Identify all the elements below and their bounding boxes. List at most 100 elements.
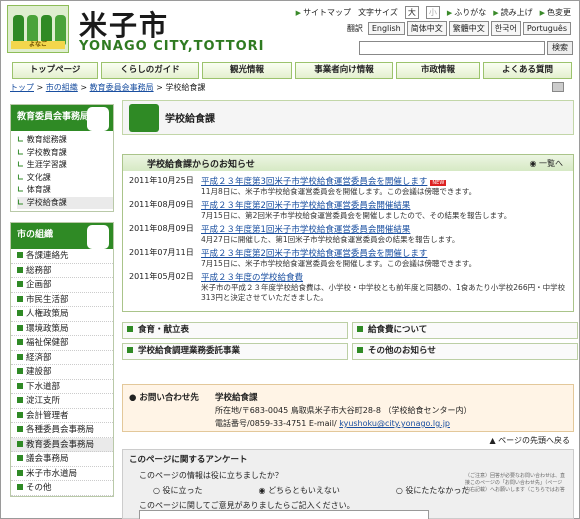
- print-icon[interactable]: [552, 82, 564, 92]
- contact-tel: 電話番号/0859-33-4751 E-mail/ kyushoku@city.…: [215, 419, 450, 428]
- news-title-link[interactable]: 平成２３年度第2回米子市学校給食運営委員会開催結果: [201, 201, 410, 211]
- sidebar-item-fukushi[interactable]: 福祉保健部: [11, 336, 113, 351]
- sidebar-item-kaikei[interactable]: 会計管理者: [11, 409, 113, 423]
- news-date: 2011年08月09日: [129, 224, 194, 233]
- breadcrumb-org[interactable]: 市の組織: [46, 83, 78, 92]
- category-links: 食育・献立表 給食費について 学校給食調理業務委託事業 その他のお知らせ: [122, 322, 578, 360]
- sidebar-item-keizai[interactable]: 経済部: [11, 351, 113, 365]
- nav-living-guide[interactable]: くらしのガイド: [101, 62, 199, 79]
- sidebar-item-kikaku[interactable]: 企画部: [11, 278, 113, 293]
- sidebar-item-suido[interactable]: 米子市水道局: [11, 467, 113, 481]
- mascot-logo[interactable]: よなご: [7, 5, 69, 53]
- sidebar-city-org: 市の組織 各課連絡先 総務部 企画部 市民生活部 人権政策局 環境政策局 福祉保…: [10, 222, 114, 497]
- news-title-link[interactable]: 平成２３年度第3回米子市学校給食運営委員会を開催します: [201, 177, 427, 187]
- square-icon: [17, 353, 23, 360]
- sidebar-item-jinken[interactable]: 人権政策局: [11, 307, 113, 322]
- sidebar-item-gikai[interactable]: 議会事務局: [11, 452, 113, 467]
- lang-english-button[interactable]: English: [367, 22, 405, 35]
- font-large-button[interactable]: 大: [404, 6, 419, 19]
- survey-note: （ご注意）回答が必要なお問い合わせは、直接このページの「お問い合わせ先」（ページ…: [465, 473, 566, 493]
- sidebar-item-contacts[interactable]: 各課連絡先: [11, 249, 113, 264]
- square-icon: [17, 426, 23, 432]
- nav-city-admin[interactable]: 市政情報: [396, 62, 480, 79]
- sidebar-item-soumu[interactable]: 総務部: [11, 264, 113, 278]
- search-input[interactable]: [359, 41, 545, 55]
- sidebar-item-kyoiku[interactable]: 教育委員会事務局: [11, 437, 113, 452]
- site-logo-title[interactable]: 米子市: [79, 4, 169, 44]
- survey-comment-field[interactable]: [139, 510, 429, 519]
- lang-portuguese-button[interactable]: Português: [522, 22, 571, 35]
- mascot-icon: [87, 107, 109, 131]
- new-badge: NEW: [430, 180, 447, 186]
- news-item: 2011年07月11日 平成２３年度第2回米子市学校給食運営委員会を開催します 7…: [129, 247, 567, 269]
- page-title-box: 学校給食課: [122, 100, 574, 135]
- link-shokuiku[interactable]: 食育・献立表: [122, 322, 348, 339]
- sidebar-department-title: 教育委員会事務局: [11, 105, 113, 131]
- link-kyushokuhi[interactable]: 給食費について: [352, 322, 578, 339]
- news-title-link[interactable]: 平成２３年度の学校給食費: [201, 273, 303, 283]
- triangle-icon: ▶: [493, 9, 499, 17]
- news-summary: 11月8日に、米子市学校給食運営委員会を開催します。この会議は傍聴できます。: [201, 187, 477, 196]
- square-icon: [17, 455, 23, 461]
- notice-title: 学校給食課からのお知らせ: [147, 160, 255, 170]
- sidebar-item-school-education[interactable]: ∟ 学校教育課: [17, 147, 113, 160]
- sidebar-item-shimin[interactable]: 市民生活部: [11, 293, 113, 307]
- square-icon: [357, 347, 363, 353]
- nav-tourism[interactable]: 観光情報: [202, 62, 292, 79]
- back-to-top-link[interactable]: ▲ ページの先頭へ戻る: [489, 435, 570, 446]
- corner-icon: ∟: [17, 172, 24, 182]
- square-icon: [17, 252, 23, 258]
- font-small-button[interactable]: 小: [425, 6, 440, 19]
- news-item: 2011年08月09日 平成２３年度第1回米子市学校給食運営委員会開催結果 4月2…: [129, 223, 567, 245]
- color-change-link[interactable]: ▶ 色変更: [540, 7, 571, 18]
- corner-icon: ∟: [17, 147, 24, 157]
- mascot-banner: よなご: [11, 41, 65, 49]
- sidebar-item-other[interactable]: その他: [11, 481, 113, 496]
- triangle-icon: ▶: [539, 9, 545, 17]
- news-summary: 4月27日に開催した、第1回米子市学校給食運営委員会の結果を報告します。: [201, 235, 460, 244]
- nav-faq[interactable]: よくある質問: [483, 62, 572, 79]
- survey-option-neutral[interactable]: ◉ どちらともいえない: [259, 485, 340, 496]
- sidebar-item-general-affairs[interactable]: ∟ 教育総務課: [17, 134, 113, 147]
- sidebar-item-lifelong-learning[interactable]: ∟ 生涯学習課: [17, 159, 113, 172]
- survey-option-not-useful[interactable]: ○ 役にたたなかった: [396, 485, 470, 496]
- lang-traditional-chinese-button[interactable]: 繁體中文: [448, 21, 489, 36]
- search-button[interactable]: 検索: [547, 41, 573, 55]
- square-icon: [17, 484, 23, 490]
- sidebar-item-school-lunch[interactable]: ∟ 学校給食課: [17, 196, 113, 209]
- site-header: よなご 米子市 YONAGO CITY,TOTTORI ▶ サイトマップ 文字サイ…: [1, 1, 579, 59]
- corner-icon: ∟: [17, 185, 24, 194]
- nav-top-page[interactable]: トップページ: [12, 62, 98, 79]
- square-icon: [17, 295, 23, 302]
- contact-label: ● お問い合わせ先: [129, 393, 199, 403]
- survey-option-useful[interactable]: ○ 役に立った: [153, 485, 203, 496]
- news-title-link[interactable]: 平成２３年度第1回米子市学校給食運営委員会開催結果: [201, 225, 410, 235]
- news-summary: 7月15日に、米子市学校給食運営委員会を開催します。この会議は傍聴できます。: [201, 259, 477, 268]
- sidebar-item-gesuido[interactable]: 下水道部: [11, 380, 113, 394]
- breadcrumb-board[interactable]: 教育委員会事務局: [90, 83, 154, 92]
- sidebar-item-kankyo[interactable]: 環境政策局: [11, 322, 113, 336]
- breadcrumb-top[interactable]: トップ: [10, 83, 34, 92]
- link-itaku[interactable]: 学校給食調理業務委託事業: [122, 343, 348, 360]
- sidebar-item-kensetsu[interactable]: 建設部: [11, 365, 113, 380]
- news-date: 2011年10月25日: [129, 176, 194, 185]
- furigana-link[interactable]: ▶ ふりがな: [447, 7, 486, 18]
- news-date: 2011年08月09日: [129, 200, 194, 209]
- sitemap-link[interactable]: ▶ サイトマップ: [296, 7, 351, 18]
- sidebar-item-culture[interactable]: ∟ 文化課: [17, 172, 113, 185]
- sidebar-item-yodoe[interactable]: 淀江支所: [11, 394, 113, 409]
- corner-icon: ∟: [17, 160, 24, 169]
- contact-name: 学校給食課: [215, 393, 258, 403]
- survey-title: このページに関するアンケート: [129, 455, 248, 465]
- read-aloud-link[interactable]: ▶ 読み上げ: [493, 7, 532, 18]
- lang-simplified-chinese-button[interactable]: 简体中文: [406, 21, 447, 36]
- lang-korean-button[interactable]: 한국어: [490, 21, 521, 36]
- notice-more-link[interactable]: ◉ 一覧へ: [529, 158, 563, 169]
- contact-email-link[interactable]: kyushoku@city.yonago.lg.jp: [339, 419, 450, 428]
- up-arrow-icon: ▲: [489, 436, 496, 445]
- sidebar-item-iinkai[interactable]: 各種委員会事務局: [11, 423, 113, 438]
- news-title-link[interactable]: 平成２３年度第2回米子市学校給食運営委員会を開催します: [201, 249, 427, 259]
- link-other-notice[interactable]: その他のお知らせ: [352, 343, 578, 360]
- nav-business[interactable]: 事業者向け情報: [295, 62, 393, 79]
- sidebar-item-sports[interactable]: ∟ 体育課: [17, 184, 113, 197]
